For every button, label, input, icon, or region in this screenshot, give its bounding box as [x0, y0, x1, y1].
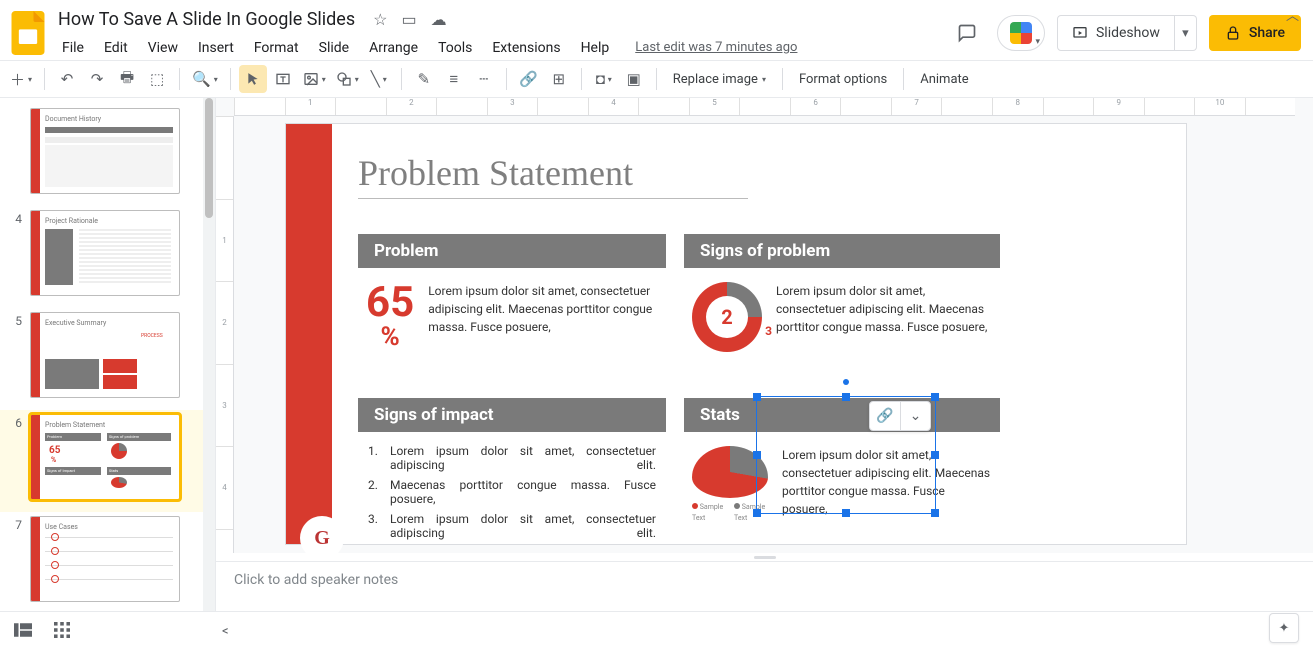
resize-handle-lm[interactable] [753, 451, 761, 459]
redo-button[interactable]: ↷ [83, 65, 111, 93]
box-problem[interactable]: Problem 65% Lorem ipsum dolor sit amet, … [358, 234, 666, 364]
linked-chart-toolbar: 🔗 ⌄ [869, 401, 931, 431]
collapse-filmstrip-icon[interactable]: < [222, 624, 229, 639]
crop-button[interactable]: ◘ [590, 65, 618, 93]
explore-button[interactable]: ✦ [1269, 613, 1299, 643]
head-problem: Problem [358, 234, 666, 268]
menu-view[interactable]: View [140, 36, 186, 60]
line-tool[interactable]: ╲ [365, 65, 393, 93]
slideshow-dropdown[interactable]: ▾ [1175, 15, 1197, 51]
menu-format[interactable]: Format [246, 36, 307, 60]
format-options-button[interactable]: Format options [791, 65, 895, 93]
move-icon[interactable]: ▭ [401, 10, 416, 29]
thumb-title: Use Cases [45, 523, 78, 531]
thumb-4[interactable]: 4 Project Rationale [0, 206, 215, 308]
slide-number: 5 [8, 314, 22, 328]
box-signs-of-problem[interactable]: Signs of problem 2 3 Lorem ipsum dolor s… [684, 234, 1000, 366]
cloud-saved-icon: ☁ [431, 10, 447, 29]
filmstrip-view-icon[interactable] [14, 623, 32, 641]
slide-number: 4 [8, 212, 22, 226]
star-icon[interactable]: ☆ [373, 10, 387, 29]
replace-image-button[interactable]: Replace image [665, 65, 774, 93]
thumb-3[interactable]: 3 Document History [0, 104, 215, 206]
animate-button[interactable]: Animate [912, 65, 976, 93]
filmstrip-scrollbar[interactable] [203, 98, 215, 611]
resize-handle-bl[interactable] [753, 509, 761, 517]
notes-resize-grip[interactable] [216, 553, 1313, 561]
filmstrip: 3 Document History 4 Project Rationale 5… [0, 98, 216, 611]
share-label: Share [1249, 25, 1285, 41]
image-tool[interactable] [299, 65, 330, 93]
thumb-title: Document History [45, 115, 101, 123]
linked-chart-unlink-icon[interactable]: 🔗 [870, 402, 900, 430]
border-weight-button[interactable]: ≡ [440, 65, 468, 93]
add-comment-button[interactable]: ⊞ [545, 65, 573, 93]
speaker-notes[interactable]: Click to add speaker notes [216, 561, 1313, 611]
doc-title[interactable]: How To Save A Slide In Google Slides [54, 7, 359, 32]
box-signs-of-impact[interactable]: Signs of impact Lorem ipsum dolor sit am… [358, 398, 666, 546]
linked-chart-dropdown-icon[interactable]: ⌄ [900, 402, 930, 430]
collapse-toolbar-icon[interactable]: ︿ [1286, 5, 1299, 24]
resize-handle-rm[interactable] [931, 451, 939, 459]
menu-edit[interactable]: Edit [96, 36, 136, 60]
last-edit[interactable]: Last edit was 7 minutes ago [635, 40, 797, 55]
slide-number: 6 [8, 416, 22, 430]
border-dash-button[interactable]: ┄ [470, 65, 498, 93]
slide-title[interactable]: Problem Statement [358, 152, 748, 199]
slideshow-label: Slideshow [1096, 25, 1160, 41]
thumb-5[interactable]: 5 Executive Summary PROCESS [0, 308, 215, 410]
border-color-button[interactable]: ✎ [410, 65, 438, 93]
resize-handle-bm[interactable] [842, 509, 850, 517]
menu-tools[interactable]: Tools [430, 36, 480, 60]
menu-arrange[interactable]: Arrange [361, 36, 426, 60]
slide-decoration-bar [286, 124, 332, 544]
select-tool[interactable] [239, 65, 267, 93]
donut-chart: 2 [692, 282, 762, 352]
comments-icon[interactable] [949, 15, 985, 51]
meet-button[interactable] [997, 15, 1045, 51]
textbox-tool[interactable] [269, 65, 297, 93]
thumb-6[interactable]: 6 Problem Statement Problem Signs of pro… [0, 410, 215, 512]
slides-logo[interactable] [8, 13, 48, 53]
shape-tool[interactable] [332, 65, 363, 93]
undo-button[interactable]: ↶ [53, 65, 81, 93]
resize-handle-tl[interactable] [753, 393, 761, 401]
menu-help[interactable]: Help [573, 36, 618, 60]
menu-slide[interactable]: Slide [311, 36, 357, 60]
bottom-bar: < ✦ [0, 611, 1313, 651]
resize-handle-tm[interactable] [842, 393, 850, 401]
horizontal-ruler: 12345678910 [234, 98, 1295, 116]
rotate-handle[interactable] [843, 379, 849, 385]
stat-65: 65% [366, 282, 414, 350]
thumb-title: Executive Summary [45, 319, 106, 327]
signs-text: Lorem ipsum dolor sit amet, consectetuer… [776, 282, 992, 352]
problem-text: Lorem ipsum dolor sit amet, consectetuer… [428, 282, 658, 350]
mask-button[interactable]: ▣ [620, 65, 648, 93]
vertical-ruler: 12345 [216, 116, 234, 611]
thumb-title: Project Rationale [45, 217, 98, 225]
toolbar: ＋ ↶ ↷ 🖶 ⬚ 🔍 ╲ ✎ ≡ ┄ 🔗 ⊞ ◘ ▣ Replace imag… [0, 60, 1313, 98]
head-impact: Signs of impact [358, 398, 666, 432]
link-button[interactable]: 🔗 [515, 65, 543, 93]
slideshow-button[interactable]: Slideshow [1057, 15, 1175, 51]
resize-handle-tr[interactable] [931, 393, 939, 401]
slide-canvas[interactable]: G Problem Statement Problem 65% Lorem ip… [286, 124, 1186, 544]
slide-number: 7 [8, 518, 22, 532]
resize-handle-br[interactable] [931, 509, 939, 517]
grid-view-icon[interactable] [54, 622, 70, 642]
new-slide-button[interactable]: ＋ [6, 65, 36, 93]
thumb-title: Problem Statement [45, 421, 105, 429]
thumb-7[interactable]: 7 Use Cases [0, 512, 215, 611]
print-button[interactable]: 🖶 [113, 65, 141, 93]
head-signs: Signs of problem [684, 234, 1000, 268]
selection-outline[interactable]: 🔗 ⌄ [756, 396, 936, 514]
zoom-button[interactable]: 🔍 [188, 65, 222, 93]
menu-extensions[interactable]: Extensions [484, 36, 568, 60]
impact-list: Lorem ipsum dolor sit amet, consectetuer… [368, 444, 656, 540]
editor-area[interactable]: 12345678910 12345 G Problem Statement Pr… [216, 98, 1313, 611]
menu-file[interactable]: File [54, 36, 92, 60]
menu-insert[interactable]: Insert [190, 36, 242, 60]
paint-format-button[interactable]: ⬚ [143, 65, 171, 93]
